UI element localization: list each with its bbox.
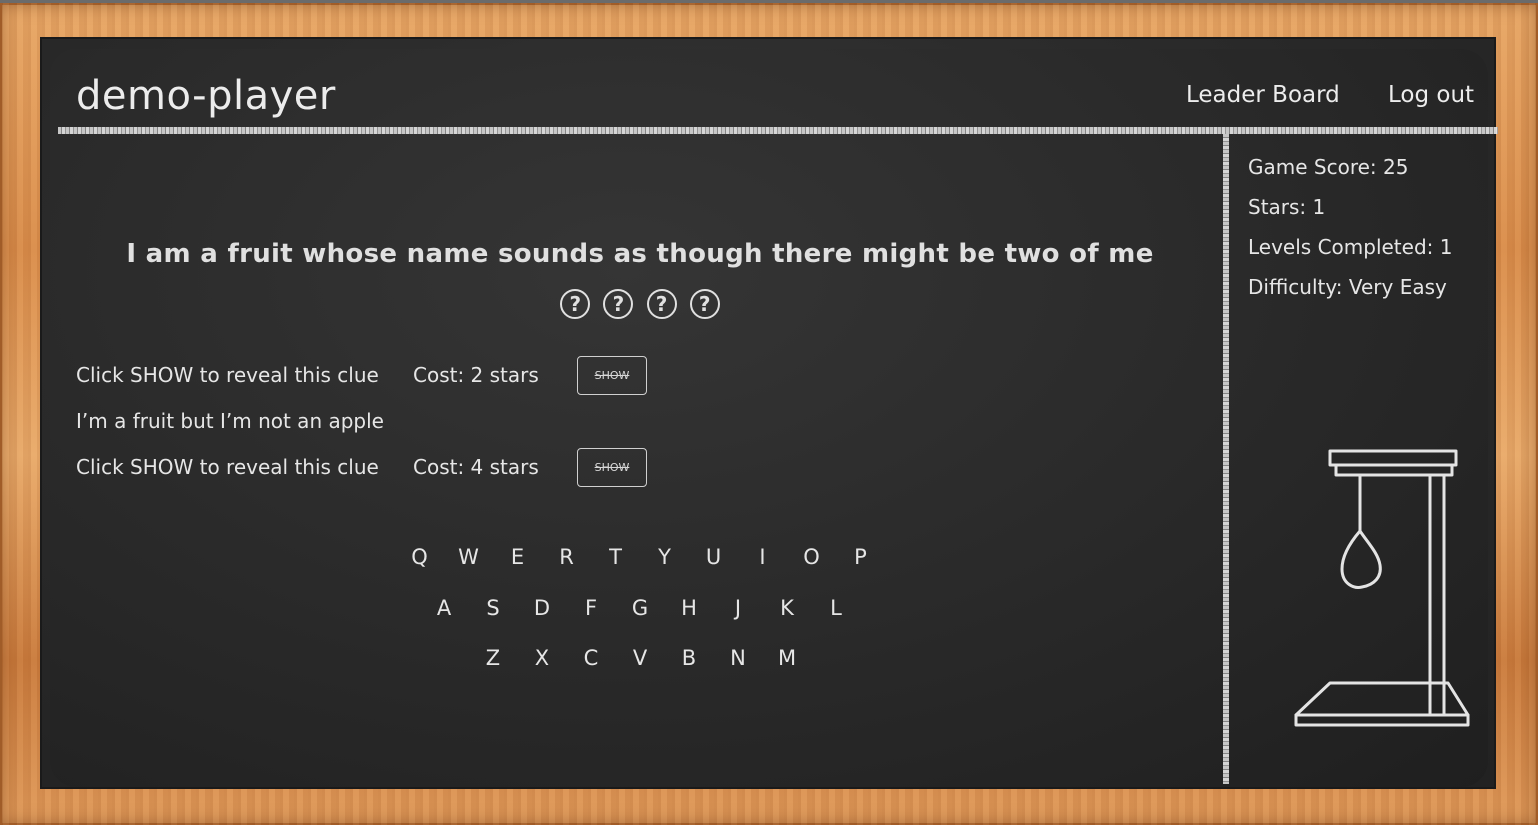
clue-1-show-button[interactable]: SHOW [577, 356, 647, 395]
chalkboard-surface: demo-player Leader Board Log out I am a … [50, 49, 1498, 787]
leader-board-link[interactable]: Leader Board [1186, 82, 1340, 108]
key-o[interactable]: O [787, 545, 836, 569]
key-m[interactable]: M [763, 646, 812, 670]
key-f[interactable]: F [567, 596, 616, 620]
sidebar-divider [1223, 134, 1229, 784]
difficulty-level: Difficulty: Very Easy [1248, 275, 1447, 299]
gallows-top-beam [1328, 449, 1458, 467]
key-r[interactable]: R [542, 545, 591, 569]
log-out-link[interactable]: Log out [1388, 82, 1474, 108]
gallows-base [1294, 681, 1470, 717]
header-divider [58, 127, 1498, 134]
answer-blank: ? [689, 289, 720, 319]
keyboard-row-3: ZXCVBNM [50, 646, 1230, 670]
key-x[interactable]: X [518, 646, 567, 670]
key-d[interactable]: D [518, 596, 567, 620]
key-w[interactable]: W [444, 545, 493, 569]
gallows-noose [1340, 529, 1382, 589]
key-q[interactable]: Q [395, 545, 444, 569]
answer-blank: ? [603, 289, 634, 319]
key-j[interactable]: J [714, 596, 763, 620]
clue-1-cost: Cost: 2 stars [413, 363, 539, 387]
player-name: demo-player [76, 73, 336, 119]
key-g[interactable]: G [616, 596, 665, 620]
key-y[interactable]: Y [640, 545, 689, 569]
clue-3-cost: Cost: 4 stars [413, 455, 539, 479]
puzzle-question: I am a fruit whose name sounds as though… [126, 239, 1154, 269]
key-v[interactable]: V [616, 646, 665, 670]
clue-2-text: I’m a fruit but I’m not an apple [76, 409, 384, 433]
clue-3-text: Click SHOW to reveal this clue [76, 455, 379, 479]
keyboard-row-2: ASDFGHJKL [50, 596, 1230, 620]
keyboard-row-1: QWERTYUIOP [50, 545, 1230, 569]
chalkboard: demo-player Leader Board Log out I am a … [40, 37, 1498, 789]
answer-blank: ? [646, 289, 677, 319]
key-u[interactable]: U [689, 545, 738, 569]
key-n[interactable]: N [714, 646, 763, 670]
answer-blanks: ? ? ? ? [50, 289, 1230, 319]
key-l[interactable]: L [812, 596, 861, 620]
key-t[interactable]: T [591, 545, 640, 569]
key-b[interactable]: B [665, 646, 714, 670]
levels-completed: Levels Completed: 1 [1248, 235, 1453, 259]
key-p[interactable]: P [836, 545, 885, 569]
key-e[interactable]: E [493, 545, 542, 569]
key-h[interactable]: H [665, 596, 714, 620]
key-i[interactable]: I [738, 545, 787, 569]
gallows-drawing [1294, 449, 1470, 727]
clue-1-text: Click SHOW to reveal this clue [76, 363, 379, 387]
key-z[interactable]: Z [469, 646, 518, 670]
answer-blank: ? [560, 289, 591, 319]
key-c[interactable]: C [567, 646, 616, 670]
key-s[interactable]: S [469, 596, 518, 620]
game-score: Game Score: 25 [1248, 155, 1409, 179]
stars-count: Stars: 1 [1248, 195, 1326, 219]
clue-3-show-button[interactable]: SHOW [577, 448, 647, 487]
key-k[interactable]: K [763, 596, 812, 620]
key-a[interactable]: A [420, 596, 469, 620]
